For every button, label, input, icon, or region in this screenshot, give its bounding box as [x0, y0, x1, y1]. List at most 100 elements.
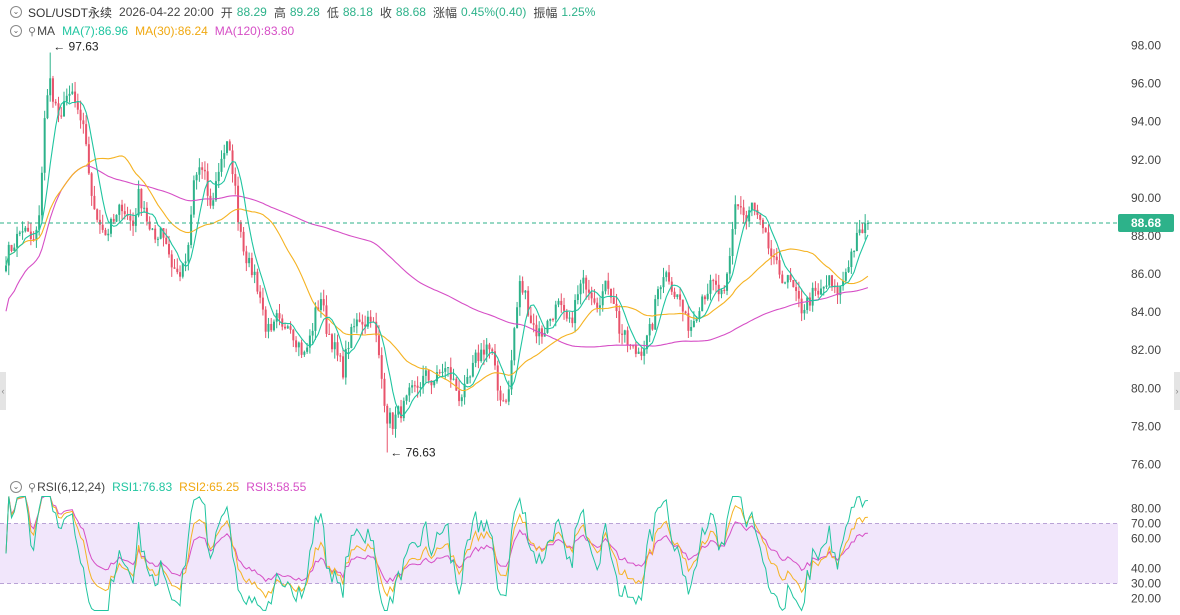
rsi-indicator-name[interactable]: RSI(6,12,24) [37, 480, 105, 494]
candle [690, 319, 693, 337]
candle-body [668, 272, 671, 282]
candle [587, 279, 590, 301]
candle [739, 196, 742, 215]
candle-body [720, 289, 723, 295]
open-value: 88.29 [236, 5, 267, 19]
candle-body [143, 207, 146, 209]
candle [336, 334, 339, 362]
candle-body [706, 293, 709, 300]
candle [35, 226, 38, 248]
candle [226, 140, 229, 156]
rsi-tick-label: 70.00 [1131, 517, 1161, 531]
candle-body [626, 330, 629, 345]
candle-body [665, 272, 668, 278]
candle [179, 265, 182, 282]
candle-body [145, 207, 148, 222]
candle [256, 268, 259, 295]
ma-collapse-chevron-icon[interactable]: ⌄ [10, 25, 22, 37]
price-tick-label: 90.00 [1131, 191, 1161, 205]
candle [681, 299, 684, 322]
candle [375, 312, 378, 343]
rsi-collapse-chevron-icon[interactable]: ⌄ [10, 481, 22, 493]
candle-body [507, 389, 510, 402]
candle [63, 91, 66, 117]
candle [847, 260, 850, 273]
candle [643, 340, 646, 365]
candle-body [358, 319, 361, 322]
candle [560, 293, 563, 313]
collapse-chevron-icon[interactable]: ⌄ [10, 6, 22, 18]
candle-body [342, 356, 345, 378]
candles-group [5, 52, 869, 453]
candle-body [604, 280, 607, 292]
candle-body [389, 412, 392, 424]
candle-body [469, 376, 472, 378]
price-tick-label: 78.00 [1131, 419, 1161, 433]
candle-body [819, 288, 822, 295]
candle [767, 224, 770, 255]
candle [386, 403, 389, 453]
candle-body [256, 271, 259, 292]
candle-body [811, 287, 814, 306]
candle-body [297, 342, 300, 348]
candle [314, 302, 317, 340]
ma-indicator-name[interactable]: MA [37, 24, 55, 38]
candle-body [43, 118, 46, 173]
candle-body [565, 310, 568, 319]
candle [342, 348, 345, 380]
candle-body [16, 233, 19, 248]
candle-body [394, 414, 397, 429]
candle [607, 272, 610, 295]
candle-body [585, 277, 588, 290]
candle [54, 99, 57, 106]
candle-body [491, 349, 494, 352]
candle-body [63, 101, 66, 117]
candle [369, 310, 372, 328]
left-scroll-handle[interactable]: ‹ [0, 372, 6, 410]
candle [491, 347, 494, 355]
candle [40, 166, 43, 224]
candle [855, 223, 858, 252]
candle-body [728, 256, 731, 274]
right-scroll-handle[interactable]: › [1174, 372, 1180, 410]
candle-body [46, 95, 49, 119]
candle [145, 202, 148, 226]
candle-body [485, 344, 488, 355]
candle-body [861, 229, 864, 234]
candle-body [101, 224, 104, 230]
candle-body [319, 299, 322, 311]
alert-bell-icon[interactable]: ⚲ [28, 25, 36, 38]
candle-body [170, 254, 173, 268]
rsi-tick-label: 60.00 [1131, 532, 1161, 546]
candle [190, 206, 193, 249]
ma120-value: MA(120):83.80 [214, 24, 295, 38]
candle [518, 275, 521, 316]
candle-body [734, 204, 737, 230]
candle [267, 317, 270, 339]
candle [300, 339, 303, 359]
candle-body [190, 214, 193, 245]
candle [499, 385, 502, 407]
candle [250, 252, 253, 278]
candle-body [571, 317, 574, 324]
candle-body [270, 323, 273, 331]
candle [668, 264, 671, 285]
candle [701, 294, 704, 312]
candle-body [400, 406, 403, 419]
candle [574, 294, 577, 333]
candle [51, 75, 54, 108]
candle [10, 244, 13, 253]
candle-body [154, 228, 157, 240]
candle-body [347, 347, 350, 350]
candle [140, 188, 143, 216]
candle-body [325, 305, 328, 334]
rsi-tick-label: 80.00 [1131, 502, 1161, 516]
candle [68, 85, 71, 103]
candle-body [621, 333, 624, 335]
candle-body [248, 257, 251, 264]
candle-body [438, 372, 441, 374]
candle-body [187, 244, 190, 262]
candle-body [590, 292, 593, 299]
candle-body [778, 260, 781, 275]
rsi-alert-bell-icon[interactable]: ⚲ [28, 481, 36, 494]
